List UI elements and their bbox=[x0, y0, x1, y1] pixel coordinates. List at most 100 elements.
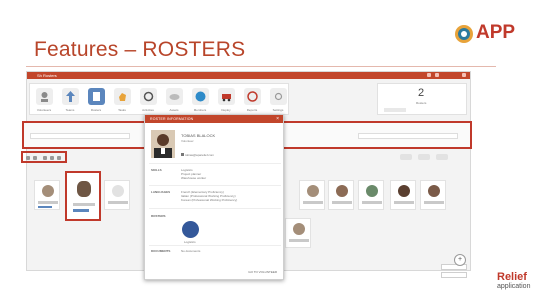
card-status bbox=[73, 209, 89, 212]
counter-tag[interactable] bbox=[384, 108, 406, 112]
roster-information-modal: ROSTER INFORMATION × TOBIAS BLALOCK Volu… bbox=[144, 114, 284, 280]
volunteer-photo bbox=[151, 130, 175, 158]
refresh-icon bbox=[143, 91, 154, 102]
volunteer-card[interactable] bbox=[390, 180, 416, 210]
tb-label: Assets bbox=[169, 108, 179, 112]
volunteers-button[interactable] bbox=[36, 88, 53, 105]
tb-label: Rosters bbox=[90, 108, 102, 112]
zoom-in-icon[interactable] bbox=[436, 154, 448, 160]
volunteer-email[interactable]: tobias@aparelief.com bbox=[185, 153, 214, 157]
volunteer-card[interactable] bbox=[285, 218, 311, 248]
rosters-label: ROSTERS bbox=[151, 214, 166, 218]
language-item: Korean (Professional Working Proficiency… bbox=[181, 198, 238, 202]
go-to-volunteer-button[interactable]: GO TO VOLUNTEER bbox=[248, 270, 277, 274]
roster-counter: 2 Rosters bbox=[377, 83, 467, 115]
maximize-icon[interactable] bbox=[435, 73, 439, 77]
modal-header: ROSTER INFORMATION × bbox=[145, 115, 283, 123]
list-view-icon[interactable] bbox=[33, 156, 37, 160]
people-icon bbox=[41, 92, 48, 102]
hand-icon bbox=[119, 93, 126, 101]
card-name bbox=[303, 201, 323, 204]
volunteer-card[interactable] bbox=[358, 180, 384, 210]
counter-value: 2 bbox=[418, 87, 425, 99]
card-name bbox=[332, 201, 352, 204]
bottom-action-button[interactable] bbox=[441, 272, 467, 278]
report-icon bbox=[247, 91, 258, 102]
tasks-button[interactable] bbox=[114, 88, 131, 105]
languages-label: LANGUAGES bbox=[151, 190, 171, 194]
cloud-icon bbox=[169, 94, 180, 100]
tb-label: Reports bbox=[246, 108, 258, 112]
add-icon[interactable]: + bbox=[454, 254, 466, 266]
close-icon[interactable] bbox=[462, 73, 466, 77]
page-select[interactable] bbox=[418, 154, 430, 160]
skills-label: SKILLS bbox=[151, 168, 162, 172]
avatar bbox=[112, 185, 124, 197]
filter-field-name[interactable] bbox=[30, 133, 130, 139]
avatar bbox=[42, 185, 54, 197]
slide-title: Features – ROSTERS bbox=[34, 38, 246, 61]
settings-button[interactable] bbox=[270, 88, 287, 105]
volunteer-card[interactable] bbox=[34, 180, 60, 210]
refresh-icon[interactable] bbox=[57, 156, 61, 160]
avatar bbox=[336, 185, 348, 197]
tb-label: Teams bbox=[65, 108, 75, 112]
sort-icon[interactable] bbox=[43, 156, 47, 160]
card-name bbox=[289, 239, 309, 242]
card-name bbox=[394, 201, 414, 204]
card-name bbox=[362, 201, 382, 204]
documents-value: No documents bbox=[181, 249, 201, 253]
assets-button[interactable] bbox=[166, 88, 183, 105]
avatar bbox=[307, 185, 319, 197]
close-icon[interactable]: × bbox=[276, 115, 279, 123]
app-titlebar: Sh Rosters bbox=[27, 72, 470, 79]
volunteer-card[interactable] bbox=[104, 180, 130, 210]
tb-label: Members bbox=[193, 108, 207, 112]
members-button[interactable] bbox=[192, 88, 209, 105]
person-photo-icon bbox=[151, 130, 175, 158]
volunteer-card[interactable] bbox=[420, 180, 446, 210]
avatar bbox=[293, 223, 305, 235]
skill-item: Warehouse worker bbox=[181, 176, 207, 180]
card-name bbox=[38, 201, 58, 204]
avatar bbox=[398, 185, 410, 197]
divider bbox=[149, 163, 281, 164]
view-options bbox=[21, 151, 67, 163]
upload-icon bbox=[66, 91, 75, 102]
card-name bbox=[108, 201, 128, 204]
filter-icon[interactable] bbox=[50, 156, 54, 160]
title-divider bbox=[26, 66, 496, 67]
minimize-icon[interactable] bbox=[427, 73, 431, 77]
reports-button[interactable] bbox=[244, 88, 261, 105]
activities-button[interactable] bbox=[140, 88, 157, 105]
slide: Features – ROSTERS APP Sh Rosters Volunt… bbox=[0, 0, 538, 307]
rosters-icon bbox=[93, 92, 100, 101]
volunteer-card[interactable] bbox=[299, 180, 325, 210]
tb-label: Deploy bbox=[221, 108, 231, 112]
avatar bbox=[366, 185, 378, 197]
truck-icon bbox=[222, 94, 231, 102]
globe-icon bbox=[195, 91, 206, 102]
gear-icon bbox=[274, 92, 283, 101]
divider bbox=[149, 185, 281, 186]
grid-view-icon[interactable] bbox=[26, 156, 30, 160]
rosters-button[interactable] bbox=[88, 88, 105, 105]
deploy-button[interactable] bbox=[218, 88, 235, 105]
window-title: Sh Rosters bbox=[37, 73, 57, 78]
card-status bbox=[38, 206, 52, 208]
app-logo-text: APP bbox=[476, 22, 516, 43]
main-toolbar: Volunteers Teams Rosters Tasks Activitie… bbox=[29, 83, 289, 115]
tb-label: Activities bbox=[142, 108, 154, 112]
email-icon bbox=[181, 153, 184, 156]
documents-label: DOCUMENTS bbox=[151, 249, 171, 253]
teams-button[interactable] bbox=[62, 88, 79, 105]
avatar bbox=[77, 181, 91, 197]
volunteer-card-selected[interactable] bbox=[65, 171, 101, 221]
roster-avatar[interactable] bbox=[182, 221, 199, 238]
tb-label: Settings bbox=[272, 108, 284, 112]
volunteer-card[interactable] bbox=[328, 180, 354, 210]
modal-title: ROSTER INFORMATION bbox=[150, 117, 194, 121]
filter-field-location[interactable] bbox=[358, 133, 458, 139]
zoom-out-icon[interactable] bbox=[400, 154, 412, 160]
divider bbox=[149, 208, 281, 209]
